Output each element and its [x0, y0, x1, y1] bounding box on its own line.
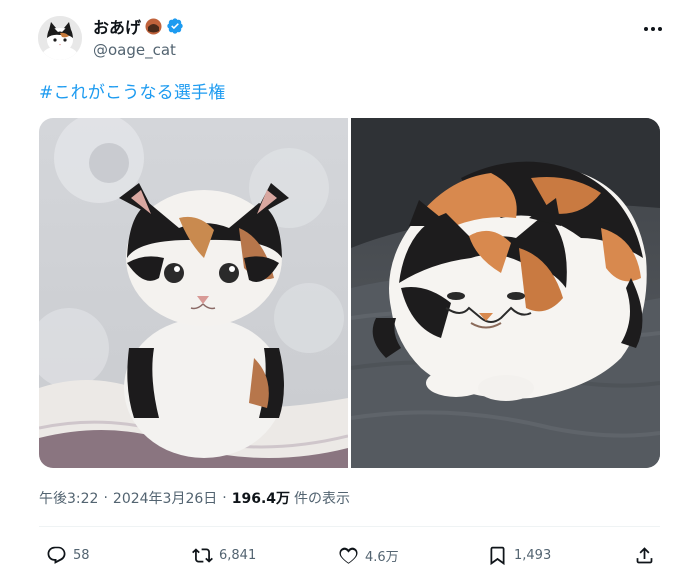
brown-circle-emoji-icon: [145, 18, 162, 35]
like-button[interactable]: 4.6万: [337, 540, 399, 570]
more-options-button[interactable]: [636, 18, 670, 40]
adult-cat-photo-icon: [351, 118, 660, 468]
meta-separator: ·: [103, 490, 108, 506]
bookmark-icon: [486, 544, 508, 566]
hashtag-link[interactable]: #これがこうなる選手権: [39, 78, 225, 103]
more-dots-icon: [644, 27, 662, 31]
action-bar: 58 6,841 4.6万 1,493: [39, 540, 660, 570]
meta-separator-2: ·: [222, 490, 227, 506]
repost-button[interactable]: 6,841: [191, 540, 256, 570]
author-display-name[interactable]: おあげ: [93, 14, 141, 38]
divider: [39, 526, 660, 527]
views-label: 件の表示: [294, 491, 351, 507]
like-count: 4.6万: [365, 549, 399, 565]
author-handle[interactable]: @oage_cat: [93, 41, 176, 59]
media-grid: [39, 118, 660, 468]
reply-button[interactable]: 58: [45, 540, 90, 570]
tweet-meta: 午後3:22 · 2024年3月26日 · 196.4万 件の表示: [39, 488, 350, 508]
reply-icon: [45, 544, 67, 566]
share-button[interactable]: [633, 540, 655, 570]
heart-icon: [337, 544, 359, 566]
author-name-row: おあげ: [93, 15, 184, 37]
photo-kitten[interactable]: [39, 118, 348, 468]
views-count: 196.4万: [231, 491, 291, 507]
share-icon: [633, 544, 655, 566]
repost-count: 6,841: [219, 547, 257, 563]
repost-icon: [191, 544, 213, 566]
kitten-photo-icon: [39, 118, 348, 468]
tweet-card: おあげ @oage_cat #これがこうなる選手権 午後3:22 · 2024年…: [0, 0, 680, 581]
author-avatar[interactable]: [38, 16, 82, 60]
tweet-date[interactable]: 2024年3月26日: [113, 488, 217, 508]
bookmark-count: 1,493: [514, 547, 552, 563]
bookmark-button[interactable]: 1,493: [486, 540, 551, 570]
verified-badge-icon[interactable]: [166, 17, 184, 35]
reply-count: 58: [73, 547, 90, 563]
cat-avatar-icon: [38, 16, 82, 60]
photo-adult-cat[interactable]: [351, 118, 660, 468]
tweet-time[interactable]: 午後3:22: [39, 488, 98, 508]
